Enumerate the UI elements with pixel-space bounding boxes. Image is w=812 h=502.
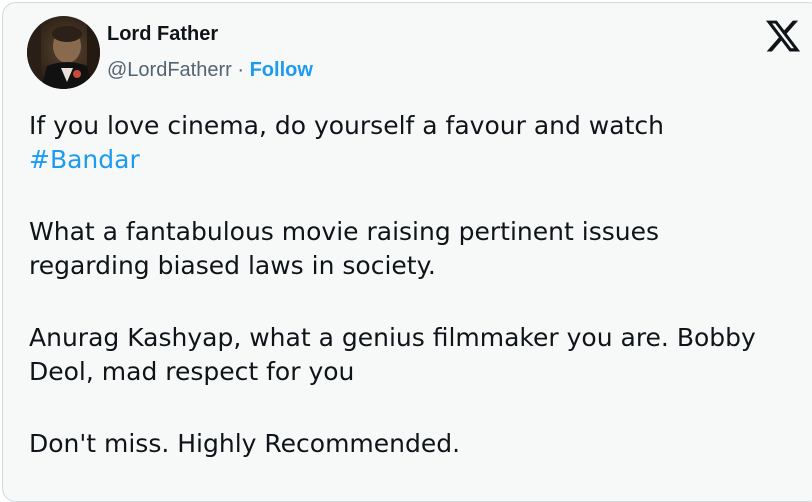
- tweet-text: If you love cinema, do yourself a favour…: [29, 109, 812, 461]
- tweet-line: regarding biased laws in society.: [29, 251, 436, 280]
- avatar-image: [27, 16, 100, 89]
- tweet-line: What a fantabulous movie raising pertine…: [29, 217, 659, 246]
- avatar[interactable]: [27, 16, 100, 89]
- author-handle[interactable]: @LordFatherr: [107, 59, 232, 81]
- x-logo-icon[interactable]: [764, 17, 802, 55]
- author-name[interactable]: Lord Father: [107, 23, 218, 46]
- tweet-card[interactable]: Lord Father @LordFatherr · Follow If you…: [2, 2, 812, 502]
- follow-button[interactable]: Follow: [250, 59, 313, 81]
- tweet-line: Don't miss. Highly Recommended.: [29, 429, 461, 458]
- separator: ·: [237, 59, 245, 81]
- author-meta: @LordFatherr · Follow: [107, 59, 313, 82]
- tweet-line: Deol, mad respect for you: [29, 357, 355, 386]
- tweet-line: Anurag Kashyap, what a genius filmmaker …: [29, 323, 756, 352]
- tweet-line: If you love cinema, do yourself a favour…: [29, 111, 664, 140]
- hashtag-link[interactable]: #Bandar: [29, 145, 140, 174]
